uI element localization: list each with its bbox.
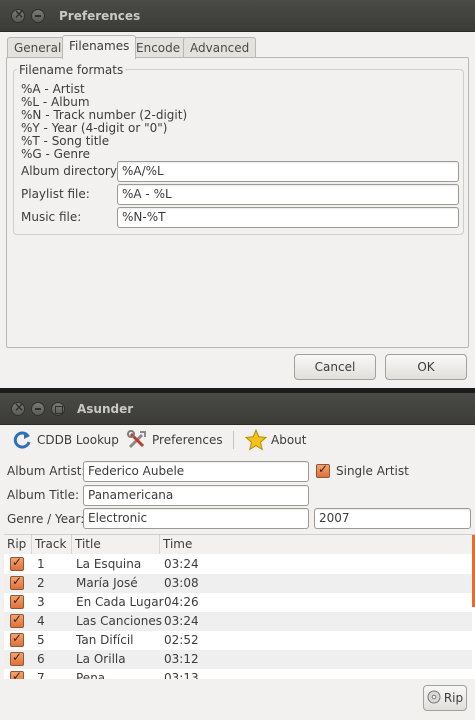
rip-label: Rip xyxy=(443,691,464,705)
track-time: 02:52 xyxy=(164,633,199,647)
playlist-file-label: Playlist file: xyxy=(21,187,90,201)
album-directory-label: Album directory: xyxy=(21,164,121,178)
tab-encode[interactable]: Encode xyxy=(129,37,188,58)
track-time: 03:24 xyxy=(164,614,199,628)
table-row[interactable]: 4 Las Canciones 03:24 xyxy=(4,612,472,631)
asunder-window: Asunder CDDB Lookup Preferences xyxy=(0,393,475,720)
tab-general[interactable]: General xyxy=(7,37,69,58)
album-title-label: Album Title: xyxy=(7,488,80,502)
track-title[interactable]: Las Canciones xyxy=(76,614,162,628)
tab-filenames[interactable]: Filenames xyxy=(62,35,137,59)
track-time: 04:26 xyxy=(164,595,199,609)
about-label: About xyxy=(271,433,307,447)
preferences-label: Preferences xyxy=(152,433,223,447)
track-title[interactable]: La Orilla xyxy=(76,652,126,666)
music-file-label: Music file: xyxy=(21,210,82,224)
asunder-titlebar[interactable]: Asunder xyxy=(0,393,475,425)
table-row[interactable]: 6 La Orilla 03:12 xyxy=(4,650,472,669)
preferences-titlebar[interactable]: Preferences xyxy=(0,0,475,32)
column-rip[interactable]: Rip xyxy=(4,535,32,554)
preferences-window: Preferences General Filenames Encode Adv… xyxy=(0,0,475,388)
frame-label: Filename formats xyxy=(17,63,126,77)
filenames-panel: Filename formats %A - Artist %L - Album … xyxy=(6,57,469,348)
track-list: Rip Track Title Time 1 La Esquina 03:24 … xyxy=(4,534,475,679)
minimize-window-icon[interactable] xyxy=(31,402,45,416)
table-row[interactable]: 5 Tan Difícil 02:52 xyxy=(4,631,472,650)
track-number: 3 xyxy=(37,595,45,609)
window-title: Asunder xyxy=(77,402,134,416)
column-title[interactable]: Title xyxy=(72,535,160,554)
album-title-field[interactable]: Panamericana xyxy=(83,485,309,506)
rip-checkbox[interactable] xyxy=(10,631,24,647)
track-number: 4 xyxy=(37,614,45,628)
cancel-button[interactable]: Cancel xyxy=(294,354,376,380)
track-time: 03:24 xyxy=(164,557,199,571)
single-artist-label: Single Artist xyxy=(336,464,409,478)
music-file-field[interactable]: %N-%T xyxy=(117,207,459,228)
track-number: 7 xyxy=(37,671,45,679)
rip-checkbox[interactable] xyxy=(10,574,24,590)
window-title: Preferences xyxy=(59,9,141,23)
rip-checkbox[interactable] xyxy=(10,650,24,666)
format-genre: %G - Genre xyxy=(21,147,90,161)
track-number: 5 xyxy=(37,633,45,647)
maximize-window-icon[interactable] xyxy=(51,402,65,416)
track-title[interactable]: Tan Difícil xyxy=(76,633,134,647)
album-artist-field[interactable]: Federico Aubele xyxy=(83,461,309,482)
table-row[interactable]: 2 María José 03:08 xyxy=(4,574,472,593)
track-title[interactable]: En Cada Lugar xyxy=(76,595,164,609)
track-title[interactable]: María José xyxy=(76,576,138,590)
table-row[interactable]: 3 En Cada Lugar 04:26 xyxy=(4,593,472,612)
table-row[interactable]: 7 Pena 03:13 xyxy=(4,669,472,679)
disc-icon xyxy=(427,690,441,707)
tab-advanced[interactable]: Advanced xyxy=(183,37,257,58)
track-time: 03:08 xyxy=(164,576,199,590)
playlist-file-field[interactable]: %A - %L xyxy=(117,184,459,205)
track-time: 03:13 xyxy=(164,671,199,679)
cddb-lookup-button[interactable]: CDDB Lookup xyxy=(11,428,119,452)
genre-field[interactable]: Electronic xyxy=(83,508,309,529)
track-title[interactable]: La Esquina xyxy=(76,557,141,571)
minimize-window-icon[interactable] xyxy=(31,9,45,23)
year-field[interactable]: 2007 xyxy=(314,508,471,529)
toolbar-separator xyxy=(233,431,234,449)
track-number: 6 xyxy=(37,652,45,666)
album-artist-label: Album Artist: xyxy=(7,464,86,478)
rip-checkbox[interactable] xyxy=(10,612,24,628)
tools-icon xyxy=(126,429,148,451)
close-window-icon[interactable] xyxy=(11,7,25,23)
single-artist-checkbox[interactable] xyxy=(316,462,330,478)
track-title[interactable]: Pena xyxy=(76,671,105,679)
refresh-icon xyxy=(11,429,33,451)
close-window-icon[interactable] xyxy=(11,400,25,416)
star-icon xyxy=(244,428,268,451)
cddb-lookup-label: CDDB Lookup xyxy=(37,433,119,447)
track-number: 1 xyxy=(37,557,45,571)
rip-button[interactable]: Rip xyxy=(423,685,467,711)
genre-year-label: Genre / Year: xyxy=(7,512,85,526)
about-button[interactable]: About xyxy=(244,428,307,452)
column-track[interactable]: Track xyxy=(32,535,72,554)
rip-checkbox[interactable] xyxy=(10,555,24,571)
rip-checkbox[interactable] xyxy=(10,593,24,609)
ok-button[interactable]: OK xyxy=(385,354,467,380)
album-directory-field[interactable]: %A/%L xyxy=(117,161,459,182)
preferences-button[interactable]: Preferences xyxy=(126,428,223,452)
table-row[interactable]: 1 La Esquina 03:24 xyxy=(4,555,472,574)
toolbar: CDDB Lookup Preferences About xyxy=(0,425,475,455)
rip-checkbox[interactable] xyxy=(10,669,24,679)
column-time[interactable]: Time xyxy=(160,535,472,554)
track-time: 03:12 xyxy=(164,652,199,666)
track-number: 2 xyxy=(37,576,45,590)
